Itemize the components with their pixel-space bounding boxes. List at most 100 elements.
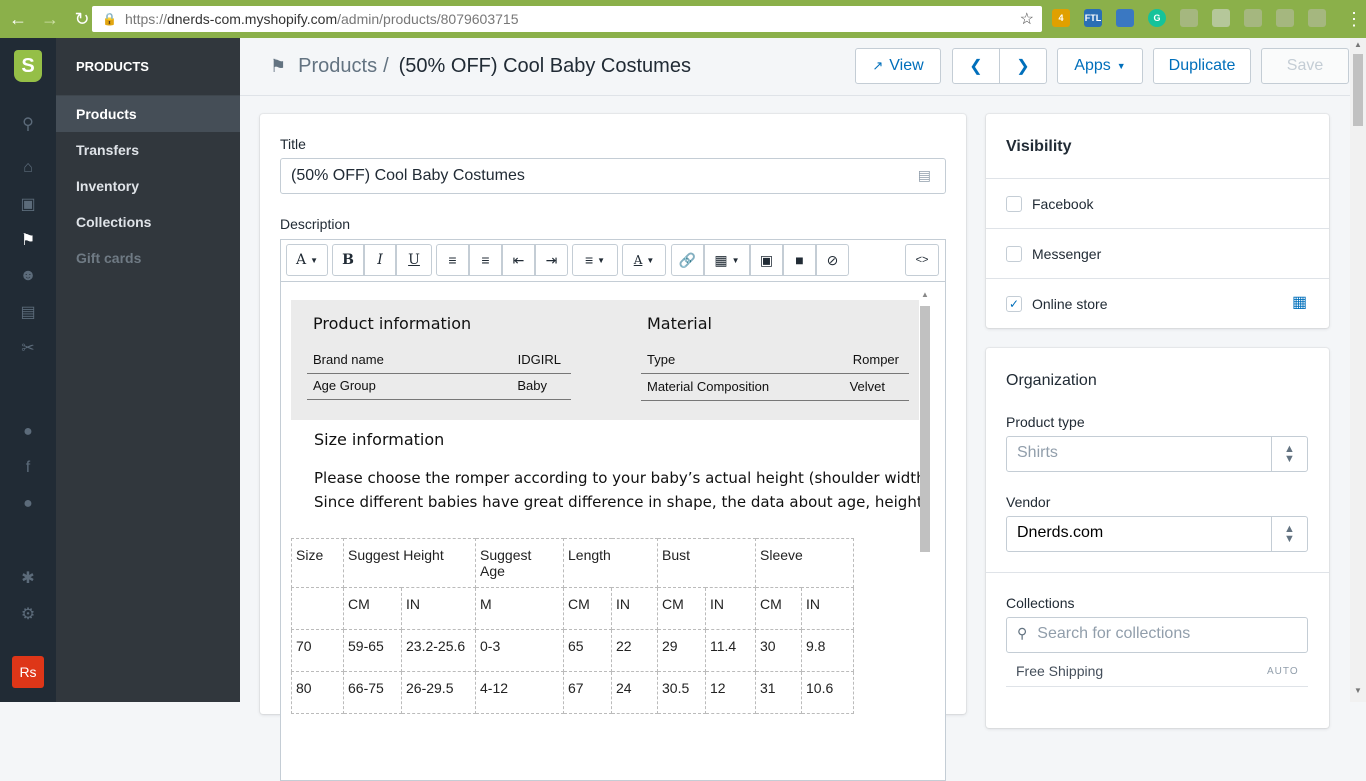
scroll-down-icon[interactable]: ▼ — [1354, 686, 1362, 695]
table-cell: 31 — [755, 671, 802, 714]
table-cell: 26-29.5 — [401, 671, 476, 714]
product-info-heading: Product information — [313, 314, 472, 333]
subnav-item-products[interactable]: Products — [56, 96, 240, 132]
chevron-right-icon: ❯ — [1016, 58, 1030, 75]
font-format-button[interactable]: A ▼ — [286, 244, 328, 276]
table-cell: M — [475, 587, 564, 630]
external-link-icon: ↗ — [872, 58, 884, 73]
apps-dropdown-button[interactable]: Apps ▼ — [1057, 48, 1143, 84]
insert-video-button[interactable]: ■ — [783, 244, 816, 276]
facebook-checkbox[interactable] — [1006, 196, 1022, 212]
collection-item-label[interactable]: Free Shipping — [1016, 663, 1103, 679]
scroll-up-icon[interactable]: ▲ — [1354, 40, 1362, 49]
bullet-list-button[interactable]: ≡ — [436, 244, 469, 276]
analytics-icon[interactable]: ▤ — [18, 302, 38, 322]
indent-button[interactable]: ⇥ — [535, 244, 568, 276]
material-value: Romper — [852, 352, 899, 367]
bold-button[interactable]: B — [332, 244, 364, 276]
align-button[interactable]: ≡ ▼ — [572, 244, 618, 276]
table-header-cell: Suggest Height — [343, 538, 476, 588]
table-cell: CM — [343, 587, 402, 630]
bookmark-star-icon[interactable]: ☆ — [1020, 9, 1034, 29]
subnav-item-inventory[interactable]: Inventory — [56, 168, 240, 204]
extension-icon[interactable] — [1244, 9, 1262, 27]
duplicate-button-label: Duplicate — [1168, 57, 1236, 74]
online-store-icon[interactable]: ● — [18, 422, 38, 442]
apps-icon[interactable]: ✱ — [18, 568, 38, 588]
facebook-icon[interactable]: f — [18, 458, 38, 478]
material-row: Material Composition Velvet — [641, 375, 909, 401]
page-scrollbar[interactable]: ▲ ▼ — [1350, 38, 1366, 702]
discounts-icon[interactable]: ✂ — [18, 338, 38, 358]
bullet-list-icon: ≡ — [448, 252, 457, 268]
insert-table-button[interactable]: ▦ ▼ — [704, 244, 750, 276]
editor-scrollbar[interactable]: ▲ — [919, 290, 931, 690]
orders-icon[interactable]: ▣ — [18, 194, 38, 214]
description-editor[interactable]: Product information Material Brand name I… — [280, 281, 946, 781]
customers-icon[interactable]: ☻ — [18, 266, 38, 286]
description-label: Description — [280, 216, 351, 232]
numbered-list-button[interactable]: ≡ — [469, 244, 502, 276]
collections-search-placeholder: Search for collections — [1037, 625, 1191, 642]
calendar-icon[interactable]: ▦ — [1292, 292, 1307, 312]
subnav-item-gift-cards[interactable]: Gift cards — [56, 240, 240, 276]
font-format-label: A — [295, 252, 307, 268]
collections-label: Collections — [1006, 595, 1075, 611]
clear-formatting-icon: ⊘ — [826, 251, 839, 268]
forward-icon[interactable]: → — [36, 5, 64, 33]
menu-icon[interactable]: ⋮ — [1340, 5, 1366, 33]
page-scroll-thumb[interactable] — [1353, 54, 1363, 126]
select-arrows-icon: ▲ ▼ — [1271, 437, 1307, 471]
address-bar[interactable]: 🔒 https://dnerds-com.myshopify.com/admin… — [92, 6, 1042, 32]
page-header: ⚑ Products / (50% OFF) Cool Baby Costume… — [240, 38, 1350, 96]
messenger-icon[interactable]: ● — [18, 494, 38, 514]
table-cell: 66-75 — [343, 671, 402, 714]
html-view-button[interactable]: <> — [905, 244, 939, 276]
subnav-item-collections[interactable]: Collections — [56, 204, 240, 240]
insert-image-button[interactable]: ▣ — [750, 244, 783, 276]
extension-badge-icon[interactable]: 4 — [1052, 9, 1070, 27]
italic-button[interactable]: I — [364, 244, 396, 276]
next-product-button[interactable]: ❯ — [999, 48, 1047, 84]
text-color-button[interactable]: A ▼ — [622, 244, 666, 276]
search-icon[interactable]: ⚲ — [18, 114, 38, 134]
online-store-checkbox[interactable]: ✓ — [1006, 296, 1022, 312]
ftl-extension-icon[interactable]: FTL — [1084, 9, 1102, 27]
underline-button[interactable]: U — [396, 244, 432, 276]
view-button[interactable]: ↗ View — [855, 48, 941, 84]
indent-icon: ⇥ — [545, 251, 558, 268]
subnav-item-transfers[interactable]: Transfers — [56, 132, 240, 168]
shopify-logo[interactable]: S — [14, 50, 42, 82]
extension-icon[interactable] — [1116, 9, 1134, 27]
product-type-select[interactable]: Shirts ▲ ▼ — [1006, 436, 1308, 472]
search-icon: ⚲ — [1017, 625, 1028, 641]
outdent-button[interactable]: ⇤ — [502, 244, 535, 276]
grammarly-icon[interactable]: G — [1148, 9, 1166, 27]
duplicate-button[interactable]: Duplicate — [1153, 48, 1251, 84]
editor-scroll-thumb[interactable] — [920, 306, 930, 552]
breadcrumb-separator: / — [383, 55, 389, 77]
messenger-checkbox[interactable] — [1006, 246, 1022, 262]
insert-link-button[interactable]: 🔗 — [671, 244, 704, 276]
scroll-up-icon[interactable]: ▲ — [921, 290, 929, 299]
products-tag-icon[interactable]: ⚑ — [18, 230, 38, 250]
vendor-select[interactable]: Dnerds.com ▲ ▼ — [1006, 516, 1308, 552]
breadcrumb-products-link[interactable]: Products — [298, 55, 377, 78]
previous-product-button[interactable]: ❮ — [952, 48, 1000, 84]
title-input[interactable]: (50% OFF) Cool Baby Costumes ▤ — [280, 158, 946, 194]
collections-search-input[interactable]: ⚲ Search for collections — [1006, 617, 1308, 653]
material-key: Material Composition — [647, 379, 770, 394]
caret-down-icon: ▼ — [646, 255, 655, 265]
extension-icon[interactable] — [1308, 9, 1326, 27]
align-left-icon: ≡ — [584, 252, 594, 268]
save-button[interactable]: Save — [1261, 48, 1349, 84]
extension-icon[interactable] — [1180, 9, 1198, 27]
back-icon[interactable]: ← — [4, 5, 32, 33]
home-icon[interactable]: ⌂ — [18, 158, 38, 178]
info-key: Brand name — [313, 352, 384, 367]
settings-gear-icon[interactable]: ⚙ — [18, 604, 38, 624]
lightbulb-icon[interactable] — [1276, 9, 1294, 27]
clear-formatting-button[interactable]: ⊘ — [816, 244, 849, 276]
extension-icon[interactable] — [1212, 9, 1230, 27]
avatar[interactable]: Rs — [12, 656, 44, 688]
